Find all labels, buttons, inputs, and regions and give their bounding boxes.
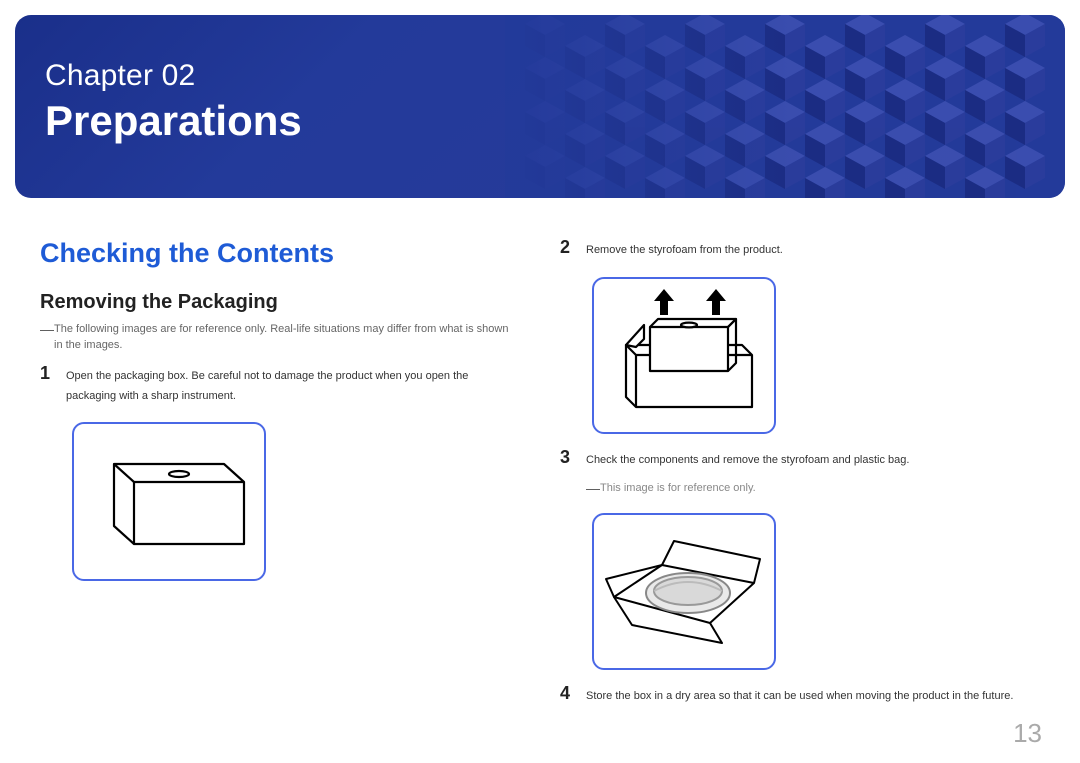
step-2-text: Remove the styrofoam from the product. [586,238,783,261]
left-column: Checking the Contents Removing the Packa… [40,238,520,716]
chapter-banner: Chapter 02 Preparations [15,15,1065,198]
banner-cubes-decoration [505,15,1065,198]
box-open-arrows-illustration [604,289,764,417]
dash-icon: ― [40,322,54,336]
section-heading: Checking the Contents [40,238,520,269]
step-2: 2 Remove the styrofoam from the product. [560,238,1040,261]
step-4: 4 Store the box in a dry area so that it… [560,684,1040,707]
box-closed-illustration [84,434,254,564]
figure-step1 [72,422,266,581]
box-unfolded-illustration [604,525,764,653]
step-1-text: Open the packaging box. Be careful not t… [66,364,520,407]
step-3-text: Check the components and remove the styr… [586,448,909,471]
step-1: 1 Open the packaging box. Be careful not… [40,364,520,407]
right-column: 2 Remove the styrofoam from the product. [560,238,1040,716]
note-images-text: The following images are for reference o… [54,322,520,354]
figure-step2 [592,277,776,434]
sub-heading: Removing the Packaging [40,291,520,314]
dash-icon: ― [586,481,600,495]
note-reference: ― This image is for reference only. [586,481,1040,497]
chapter-label: Chapter 02 [45,59,302,93]
step-number: 2 [560,238,586,256]
figure-step3 [592,513,776,670]
step-number: 1 [40,364,66,382]
page-number: 13 [1013,718,1042,749]
step-3: 3 Check the components and remove the st… [560,448,1040,471]
note-images: ― The following images are for reference… [40,322,520,354]
content-area: Checking the Contents Removing the Packa… [15,198,1065,716]
step-4-text: Store the box in a dry area so that it c… [586,684,1013,707]
step-number: 3 [560,448,586,466]
manual-page: Chapter 02 Preparations Checking the Con… [0,0,1080,763]
step-number: 4 [560,684,586,702]
note-reference-text: This image is for reference only. [600,481,756,497]
chapter-title: Preparations [45,97,302,145]
